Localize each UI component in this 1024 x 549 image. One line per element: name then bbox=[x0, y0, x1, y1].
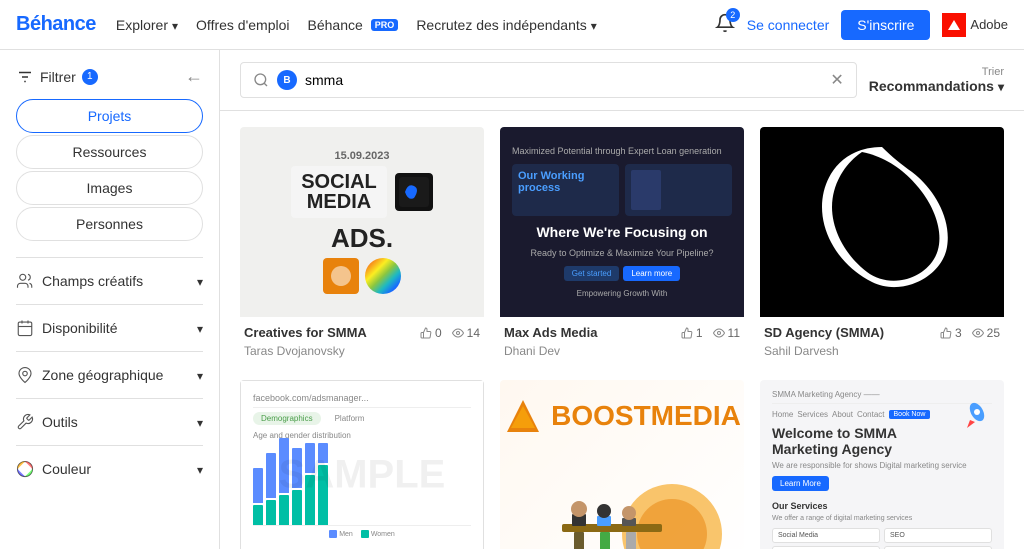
likes-creatives: 0 bbox=[420, 326, 442, 340]
search-clear-button[interactable]: ✕ bbox=[830, 70, 843, 90]
card-smmamarketing[interactable]: SMMA Marketing Agency —— Home Services A… bbox=[760, 380, 1004, 549]
views-icon bbox=[972, 327, 984, 339]
card-author-sdagency: Sahil Darvesh bbox=[760, 344, 1004, 364]
like-icon bbox=[681, 327, 693, 339]
main-nav: Explorer Offres d'emploi Béhance PRO Rec… bbox=[116, 17, 597, 33]
search-input[interactable] bbox=[305, 72, 822, 88]
sort-area: Trier Recommandations bbox=[869, 66, 1004, 94]
color-chevron bbox=[197, 461, 203, 477]
nav-behance-pro[interactable]: Béhance PRO bbox=[308, 17, 399, 33]
card-stats-creatives: 0 14 bbox=[420, 326, 480, 340]
section-color[interactable]: Couleur bbox=[16, 445, 203, 492]
likes-sdagency: 3 bbox=[940, 326, 962, 340]
card-boost[interactable]: BOOSTMEDIA bbox=[500, 380, 744, 549]
thumb-chart: facebook.com/adsmanager... Demographics … bbox=[240, 380, 484, 549]
adobe-icon bbox=[942, 13, 966, 37]
like-icon bbox=[940, 327, 952, 339]
rocket-icon bbox=[962, 400, 992, 430]
sort-select[interactable]: Recommandations bbox=[869, 78, 1004, 94]
section-geo[interactable]: Zone géographique bbox=[16, 351, 203, 398]
thumb-sdagency bbox=[760, 127, 1004, 317]
bell-count: 2 bbox=[726, 8, 740, 22]
views-icon bbox=[452, 327, 464, 339]
adobe-logo[interactable]: Adobe bbox=[942, 13, 1008, 37]
thumb-boost: BOOSTMEDIA bbox=[500, 380, 744, 549]
sort-chevron bbox=[998, 78, 1004, 94]
nav-freelance[interactable]: Recrutez des indépendants bbox=[416, 17, 596, 33]
thumb-creatives: 15.09.2023 SOCIAL MEDIA bbox=[240, 127, 484, 317]
signup-button[interactable]: S'inscrire bbox=[841, 10, 930, 40]
likes-maxads: 1 bbox=[681, 326, 703, 340]
tools-icon bbox=[16, 413, 34, 431]
main-content: B ✕ Trier Recommandations bbox=[220, 50, 1024, 549]
people-icon bbox=[16, 272, 34, 290]
tab-people[interactable]: Personnes bbox=[16, 207, 203, 241]
section-tools[interactable]: Outils bbox=[16, 398, 203, 445]
like-icon bbox=[420, 327, 432, 339]
card-maxads[interactable]: Maximized Potential through Expert Loan … bbox=[500, 127, 744, 364]
filter-close-button[interactable]: ← bbox=[185, 66, 203, 87]
main-layout: Filtrer 1 ← Projets Ressources Images Pe… bbox=[0, 50, 1024, 549]
results-grid-area: 15.09.2023 SOCIAL MEDIA bbox=[220, 111, 1024, 549]
card-title-creatives: Creatives for SMMA bbox=[244, 325, 412, 340]
nav-explorer[interactable]: Explorer bbox=[116, 17, 178, 33]
pro-badge: PRO bbox=[371, 19, 399, 31]
filter-header: Filtrer 1 ← bbox=[16, 66, 203, 87]
creative-fields-chevron bbox=[197, 273, 203, 289]
login-button[interactable]: Se connecter bbox=[747, 17, 830, 33]
card-meta-sdagency: SD Agency (SMMA) 3 25 bbox=[760, 317, 1004, 344]
behance-logo[interactable]: Béhance bbox=[16, 13, 96, 36]
card-title-sdagency: SD Agency (SMMA) bbox=[764, 325, 932, 340]
card-creatives[interactable]: 15.09.2023 SOCIAL MEDIA bbox=[240, 127, 484, 364]
tab-projects[interactable]: Projets bbox=[16, 99, 203, 133]
nav-jobs[interactable]: Offres d'emploi bbox=[196, 17, 289, 33]
section-creative-fields[interactable]: Champs créatifs bbox=[16, 257, 203, 304]
tab-images[interactable]: Images bbox=[16, 171, 203, 205]
views-creatives: 14 bbox=[452, 326, 480, 340]
calendar-icon bbox=[16, 319, 34, 337]
header-right: 2 Se connecter S'inscrire Adobe bbox=[715, 10, 1008, 40]
geo-chevron bbox=[197, 367, 203, 383]
boost-text: BOOSTMEDIA bbox=[551, 400, 741, 432]
sidebar: Filtrer 1 ← Projets Ressources Images Pe… bbox=[0, 50, 220, 549]
section-availability[interactable]: Disponibilité bbox=[16, 304, 203, 351]
sidebar-tabs: Projets Ressources Images Personnes bbox=[16, 99, 203, 241]
filter-icon bbox=[16, 68, 34, 86]
card-meta-maxads: Max Ads Media 1 11 bbox=[500, 317, 744, 344]
nav-freelance-chevron bbox=[591, 17, 597, 33]
card-chart[interactable]: facebook.com/adsmanager... Demographics … bbox=[240, 380, 484, 549]
notifications-bell[interactable]: 2 bbox=[715, 13, 735, 36]
card-author-creatives: Taras Dvojanovsky bbox=[240, 344, 484, 364]
card-stats-sdagency: 3 25 bbox=[940, 326, 1000, 340]
thumb-maxads: Maximized Potential through Expert Loan … bbox=[500, 127, 744, 317]
card-meta-creatives: Creatives for SMMA 0 14 bbox=[240, 317, 484, 344]
card-stats-maxads: 1 11 bbox=[681, 326, 740, 340]
boost-illustration bbox=[522, 454, 722, 549]
boost-logo-icon bbox=[503, 396, 543, 436]
card-title-maxads: Max Ads Media bbox=[504, 325, 673, 340]
availability-chevron bbox=[197, 320, 203, 336]
thumb-smmamarketing: SMMA Marketing Agency —— Home Services A… bbox=[760, 380, 1004, 549]
card-sdagency[interactable]: SD Agency (SMMA) 3 25 Sahil bbox=[760, 127, 1004, 364]
results-grid: 15.09.2023 SOCIAL MEDIA bbox=[240, 127, 1004, 549]
tools-chevron bbox=[197, 414, 203, 430]
nav-explorer-chevron bbox=[172, 17, 178, 33]
color-icon bbox=[16, 460, 34, 478]
tab-resources[interactable]: Ressources bbox=[16, 135, 203, 169]
card-author-maxads: Dhani Dev bbox=[500, 344, 744, 364]
views-sdagency: 25 bbox=[972, 326, 1000, 340]
search-sort-bar: B ✕ Trier Recommandations bbox=[220, 50, 1024, 111]
sd-logo-svg bbox=[812, 137, 952, 307]
location-icon bbox=[16, 366, 34, 384]
filter-count: 1 bbox=[82, 69, 98, 85]
filter-label: Filtrer 1 bbox=[16, 68, 98, 86]
views-icon bbox=[713, 327, 725, 339]
search-icon bbox=[253, 72, 269, 88]
main-header: Béhance Explorer Offres d'emploi Béhance… bbox=[0, 0, 1024, 50]
views-maxads: 11 bbox=[713, 326, 740, 340]
search-box: B ✕ bbox=[240, 62, 857, 98]
search-behance-logo: B bbox=[277, 70, 297, 90]
